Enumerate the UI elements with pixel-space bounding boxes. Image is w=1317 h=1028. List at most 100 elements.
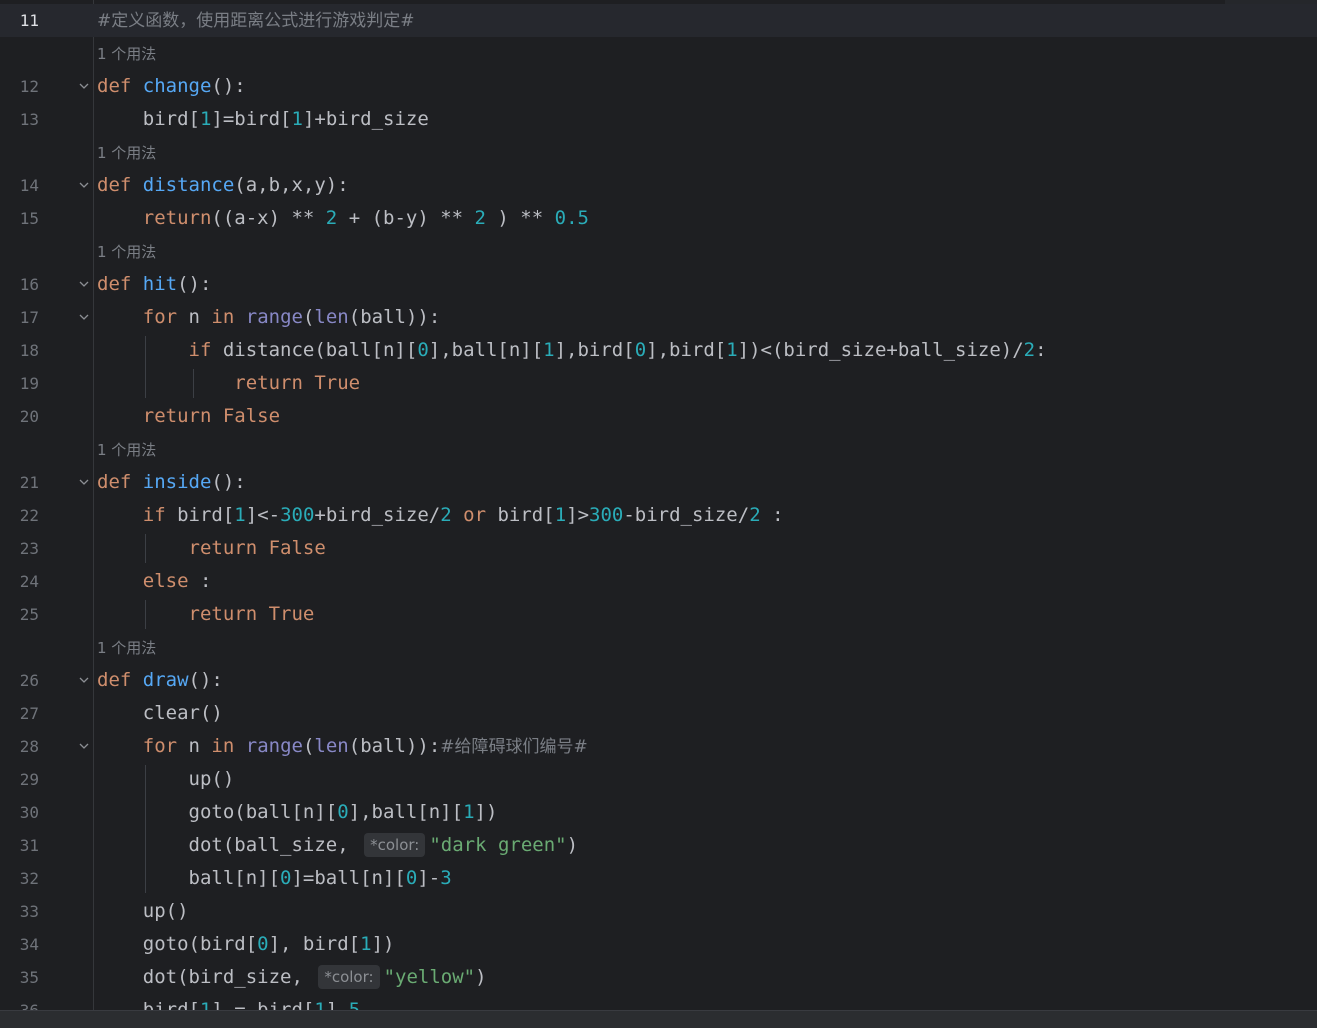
usage-hint[interactable]: 1 个用法 — [0, 37, 1317, 70]
code-line[interactable]: 20 return False — [0, 400, 1317, 433]
code-line[interactable]: 23 return False — [0, 532, 1317, 565]
code-line[interactable]: 14 def distance(a,b,x,y): — [0, 169, 1317, 202]
line-number[interactable]: 17 — [0, 308, 39, 328]
line-number[interactable]: 25 — [0, 605, 39, 625]
line-number[interactable]: 24 — [0, 572, 39, 592]
code-token: up() — [97, 768, 235, 790]
code-text[interactable]: def change(): — [97, 70, 246, 103]
usage-hint[interactable]: 1 个用法 — [0, 235, 1317, 268]
code-text[interactable]: else : — [97, 565, 212, 598]
code-line[interactable]: 12 def change(): — [0, 70, 1317, 103]
line-number[interactable]: 14 — [0, 176, 39, 196]
code-text[interactable]: if distance(ball[n][0],ball[n][1],bird[0… — [97, 334, 1047, 367]
line-number[interactable]: 26 — [0, 671, 39, 691]
code-text[interactable]: def inside(): — [97, 466, 246, 499]
usage-hint-label[interactable]: 1 个用法 — [97, 136, 156, 169]
line-number[interactable]: 33 — [0, 902, 39, 922]
code-line[interactable]: 26 def draw(): — [0, 664, 1317, 697]
code-line[interactable]: 18 if distance(ball[n][0],ball[n][1],bir… — [0, 334, 1317, 367]
code-line[interactable]: 17 for n in range(len(ball)): — [0, 301, 1317, 334]
line-number[interactable]: 18 — [0, 341, 39, 361]
line-number[interactable]: 29 — [0, 770, 39, 790]
code-line[interactable]: 31 dot(ball_size, *color: "dark green") — [0, 829, 1317, 862]
code-line[interactable]: 35 dot(bird_size, *color: "yellow") — [0, 961, 1317, 994]
code-line[interactable]: 28 for n in range(len(ball)):#给障碍球们编号# — [0, 730, 1317, 763]
line-number[interactable]: 16 — [0, 275, 39, 295]
code-line[interactable]: 32 ball[n][0]=ball[n][0]-3 — [0, 862, 1317, 895]
code-text[interactable]: goto(bird[0], bird[1]) — [97, 928, 395, 961]
code-line[interactable]: 27 clear() — [0, 697, 1317, 730]
line-number[interactable]: 12 — [0, 77, 39, 97]
code-line[interactable]: 15 return((a-x) ** 2 + (b-y) ** 2 ) ** 0… — [0, 202, 1317, 235]
line-number[interactable]: 19 — [0, 374, 39, 394]
code-text[interactable]: return False — [97, 532, 326, 565]
fold-chevron-icon[interactable] — [78, 740, 90, 752]
code-text[interactable]: #定义函数，使用距离公式进行游戏判定# — [97, 4, 415, 37]
code-text[interactable]: bird[1]=bird[1]+bird_size — [97, 103, 429, 136]
usage-hint[interactable]: 1 个用法 — [0, 136, 1317, 169]
code-text[interactable]: goto(ball[n][0],ball[n][1]) — [97, 796, 498, 829]
code-line[interactable]: 24 else : — [0, 565, 1317, 598]
fold-chevron-icon[interactable] — [78, 311, 90, 323]
code-text[interactable]: return False — [97, 400, 280, 433]
fold-chevron-icon[interactable] — [78, 476, 90, 488]
code-line[interactable]: 16 def hit(): — [0, 268, 1317, 301]
code-line[interactable]: 21 def inside(): — [0, 466, 1317, 499]
code-text[interactable]: ball[n][0]=ball[n][0]-3 — [97, 862, 452, 895]
usage-hint-label[interactable]: 1 个用法 — [97, 37, 156, 70]
code-text[interactable]: dot(bird_size, *color: "yellow") — [97, 961, 487, 994]
editor-bottom-scrollbar[interactable] — [0, 1010, 1317, 1028]
fold-chevron-icon[interactable] — [78, 179, 90, 191]
line-number[interactable]: 27 — [0, 704, 39, 724]
code-text[interactable]: for n in range(len(ball)):#给障碍球们编号# — [97, 730, 588, 763]
code-text[interactable]: return((a-x) ** 2 + (b-y) ** 2 ) ** 0.5 — [97, 202, 589, 235]
line-number[interactable]: 31 — [0, 836, 39, 856]
code-token: (a,b,x,y): — [234, 174, 349, 196]
line-number[interactable]: 21 — [0, 473, 39, 493]
code-text[interactable]: dot(ball_size, *color: "dark green") — [97, 829, 578, 862]
line-number[interactable]: 34 — [0, 935, 39, 955]
code-text[interactable]: def draw(): — [97, 664, 223, 697]
line-number[interactable]: 32 — [0, 869, 39, 889]
code-text[interactable]: if bird[1]<-300+bird_size/2 or bird[1]>3… — [97, 499, 784, 532]
code-line[interactable]: 25 return True — [0, 598, 1317, 631]
line-number[interactable]: 28 — [0, 737, 39, 757]
usage-hint[interactable]: 1 个用法 — [0, 631, 1317, 664]
code-text[interactable]: def distance(a,b,x,y): — [97, 169, 349, 202]
code-line[interactable]: 22 if bird[1]<-300+bird_size/2 or bird[1… — [0, 499, 1317, 532]
code-line[interactable]: 13 bird[1]=bird[1]+bird_size — [0, 103, 1317, 136]
code-line[interactable]: 11 #定义函数，使用距离公式进行游戏判定# — [0, 4, 1317, 37]
line-number[interactable]: 15 — [0, 209, 39, 229]
code-token: ]=bird[ — [211, 108, 292, 130]
line-number[interactable]: 23 — [0, 539, 39, 559]
line-number[interactable]: 11 — [0, 11, 39, 31]
code-line[interactable]: 30 goto(ball[n][0],ball[n][1]) — [0, 796, 1317, 829]
fold-chevron-icon[interactable] — [78, 674, 90, 686]
code-editor[interactable]: 11 #定义函数，使用距离公式进行游戏判定# 1 个用法 12 def change()… — [0, 0, 1317, 1028]
usage-hint-label[interactable]: 1 个用法 — [97, 235, 156, 268]
line-number[interactable]: 30 — [0, 803, 39, 823]
usage-hint-label[interactable]: 1 个用法 — [97, 631, 156, 664]
usage-hint[interactable]: 1 个用法 — [0, 433, 1317, 466]
code-text[interactable]: clear() — [97, 697, 223, 730]
code-text[interactable]: up() — [97, 763, 235, 796]
code-line[interactable]: 34 goto(bird[0], bird[1]) — [0, 928, 1317, 961]
code-line[interactable]: 33 up() — [0, 895, 1317, 928]
code-line[interactable]: 19 return True — [0, 367, 1317, 400]
fold-chevron-icon[interactable] — [78, 278, 90, 290]
code-builtin: range — [245, 735, 303, 757]
line-number[interactable]: 13 — [0, 110, 39, 130]
usage-hint-label[interactable]: 1 个用法 — [97, 433, 156, 466]
code-line[interactable]: 29 up() — [0, 763, 1317, 796]
code-text[interactable]: def hit(): — [97, 268, 211, 301]
code-text[interactable]: return True — [97, 367, 360, 400]
line-number[interactable]: 20 — [0, 407, 39, 427]
fold-chevron-icon[interactable] — [78, 80, 90, 92]
code-text[interactable]: return True — [97, 598, 315, 631]
code-text[interactable]: for n in range(len(ball)): — [97, 301, 441, 334]
line-number[interactable]: 35 — [0, 968, 39, 988]
line-number[interactable]: 22 — [0, 506, 39, 526]
code-keyword: def — [97, 75, 143, 97]
code-text[interactable]: up() — [97, 895, 189, 928]
